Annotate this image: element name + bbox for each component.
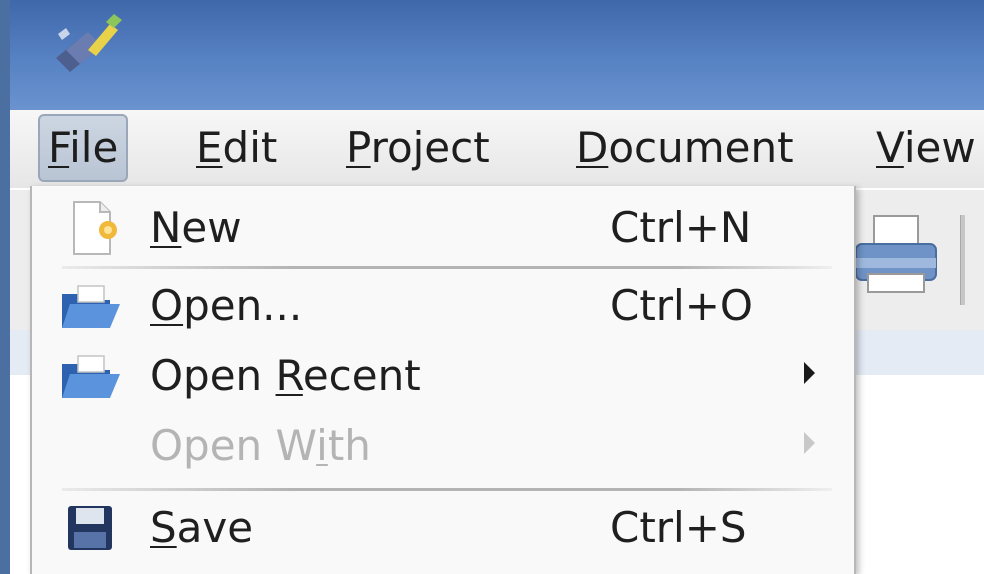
menu-file-mnemonic: F [48,123,70,172]
menu-item-open-shortcut: Ctrl+O [610,281,753,330]
menu-file-label: ile [69,123,119,172]
menu-document-label: ocument [608,123,794,172]
menu-separator [62,488,832,491]
menu-item-open-label: Open... [150,281,303,330]
menu-project[interactable]: Project [346,112,490,184]
menu-item-save-label: Save [150,503,254,552]
menu-project-label: roject [370,123,490,172]
menu-item-save[interactable]: Save Ctrl+S [32,494,854,562]
toolbar-separator [960,215,965,305]
menu-view-label: iew [903,123,976,172]
menu-view-mnemonic: V [876,123,904,172]
window-frame-left [0,0,10,574]
menu-item-open-with: Open With [32,412,854,480]
menu-item-new-shortcut: Ctrl+N [610,203,752,252]
menu-item-open-recent[interactable]: Open Recent [32,342,854,410]
menu-document[interactable]: Document [576,112,794,184]
menu-project-mnemonic: P [346,123,371,172]
app-logo-icon[interactable] [48,10,128,90]
menu-edit[interactable]: Edit [196,112,277,184]
menu-view[interactable]: View [876,112,976,184]
new-document-icon [73,201,117,255]
save-floppy-icon [68,506,112,550]
menu-item-new[interactable]: New Ctrl+N [32,194,854,262]
menu-edit-mnemonic: E [196,123,223,172]
file-menu-dropdown: New Ctrl+N Open... Ctrl+O Open Recent Op… [30,186,856,574]
application-window: File Edit Project Document View New Ctrl… [0,0,984,574]
menu-item-open[interactable]: Open... Ctrl+O [32,272,854,340]
menu-edit-label: dit [222,123,278,172]
menu-bar [10,110,984,188]
menu-document-mnemonic: D [576,123,609,172]
menu-item-open-with-label: Open With [150,421,371,470]
folder-open-icon [62,355,120,398]
menu-item-open-recent-label: Open Recent [150,351,421,400]
menu-file[interactable]: File [38,114,129,182]
submenu-arrow-icon [804,432,815,454]
menu-item-save-shortcut: Ctrl+S [610,503,747,552]
print-icon[interactable] [850,210,942,300]
title-bar[interactable] [10,0,984,110]
menu-item-new-label: New [150,203,242,252]
folder-open-icon [62,285,120,328]
submenu-arrow-icon [804,362,815,384]
menu-separator [62,266,832,269]
